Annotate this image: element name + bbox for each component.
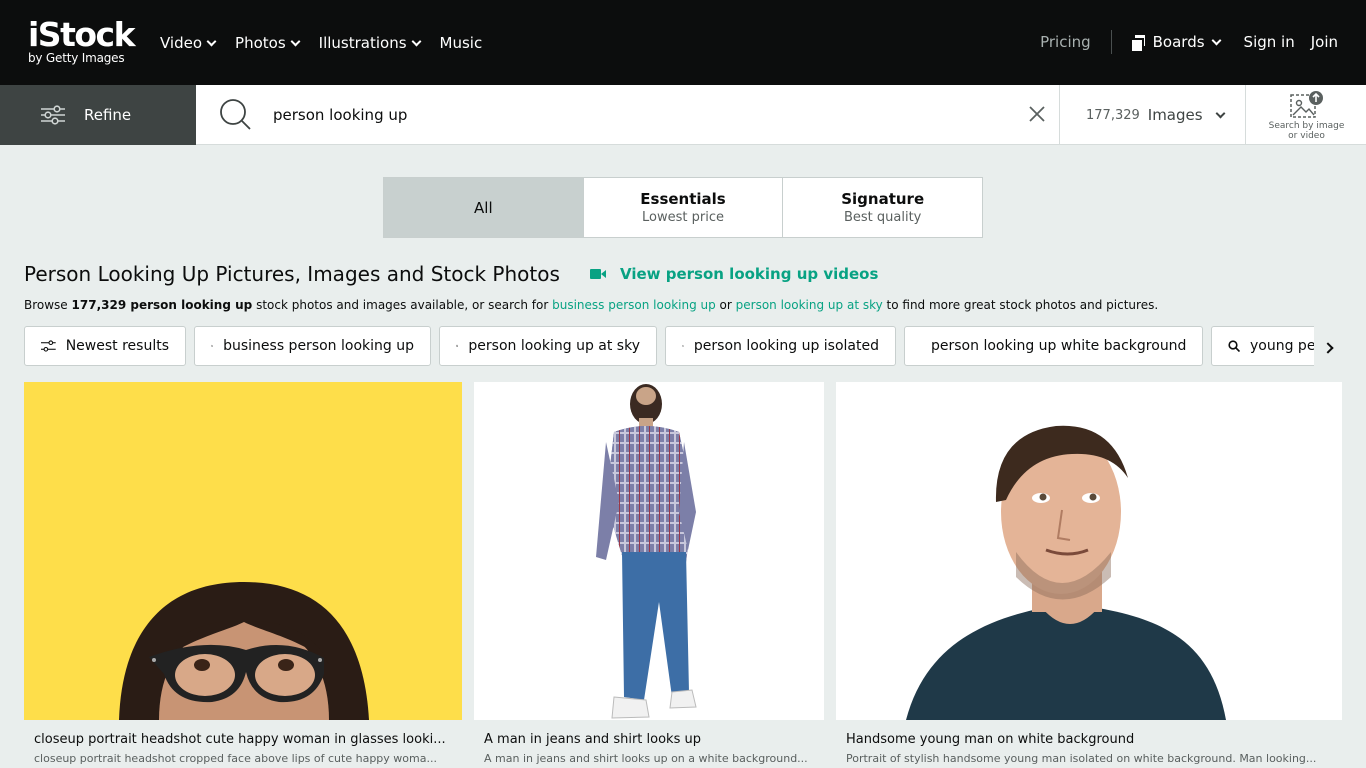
- man-jeans-image: [474, 382, 824, 720]
- related-link-sky[interactable]: person looking up at sky: [736, 298, 883, 312]
- browse-text-4: to find more great stock photos and pict…: [882, 298, 1159, 312]
- media-type-label: Images: [1147, 106, 1203, 124]
- chevron-down-icon: [206, 36, 217, 46]
- chevron-down-icon: [411, 36, 421, 46]
- refine-label: Refine: [84, 106, 132, 124]
- chip-label: Newest results: [65, 338, 169, 354]
- pricing-link[interactable]: Pricing: [1040, 33, 1091, 51]
- logo-wordmark: iStock: [28, 15, 136, 54]
- page-title: Person Looking Up Pictures, Images and S…: [24, 262, 560, 286]
- toggle-signature[interactable]: Signature Best quality: [783, 178, 982, 237]
- woman-glasses-image: [24, 382, 462, 720]
- result-title[interactable]: Handsome young man on white background: [846, 732, 1334, 747]
- search-icon: [456, 344, 459, 348]
- chip-label: business person looking up: [223, 338, 414, 354]
- boards-button[interactable]: Boards: [1131, 33, 1221, 51]
- related-searches: Newest results business person looking u…: [24, 326, 1314, 366]
- result-image-3[interactable]: [836, 382, 1342, 720]
- vs-label-line1: Search by image: [1268, 121, 1345, 131]
- search-by-image-button[interactable]: Search by image or video: [1245, 85, 1366, 145]
- chip-business-person-looking-up[interactable]: business person looking up: [194, 326, 431, 366]
- toggle-all-title: All: [474, 198, 493, 217]
- view-videos-label: View person looking up videos: [620, 265, 879, 283]
- toggle-essentials[interactable]: Essentials Lowest price: [584, 178, 784, 237]
- chip-label: person looking up white background: [931, 338, 1187, 354]
- result-image-2[interactable]: [474, 382, 824, 720]
- nav-photos-label: Photos: [235, 34, 286, 52]
- toggle-essentials-title: Essentials: [640, 190, 726, 208]
- nav-illustrations[interactable]: Illustrations: [318, 30, 421, 56]
- search-bar: Refine 177,329 Images Search by image or…: [0, 85, 1366, 145]
- search-input[interactable]: [273, 103, 1013, 127]
- chip-label: person looking up at sky: [468, 338, 640, 354]
- nav-video[interactable]: Video: [160, 30, 217, 56]
- browse-term: person looking up: [126, 298, 253, 312]
- chip-label: person looking up isolated: [693, 338, 879, 354]
- search-icon: [211, 345, 214, 348]
- result-caption-1: closeup portrait headshot cute happy wom…: [34, 732, 454, 765]
- related-link-business[interactable]: business person looking up: [552, 298, 716, 312]
- refine-button[interactable]: Refine: [0, 85, 196, 145]
- search-icon[interactable]: [218, 97, 252, 131]
- toggle-all[interactable]: All: [384, 178, 584, 237]
- nav-photos[interactable]: Photos: [235, 30, 301, 56]
- chevron-down-icon: [1215, 108, 1226, 118]
- media-type-select[interactable]: 177,329 Images: [1059, 85, 1245, 145]
- young-man-image: [836, 382, 1342, 720]
- chevron-right-icon[interactable]: [1318, 338, 1338, 358]
- result-title[interactable]: closeup portrait headshot cute happy wom…: [34, 732, 454, 747]
- result-caption-2: A man in jeans and shirt looks up A man …: [484, 732, 817, 765]
- nav-music-label: Music: [439, 34, 483, 52]
- nav-video-label: Video: [160, 34, 203, 52]
- browse-count: 177,329: [71, 298, 127, 312]
- logo-tagline: by Getty Images: [28, 51, 125, 65]
- nav-music[interactable]: Music: [440, 30, 483, 56]
- search-icon: [1228, 340, 1240, 352]
- vs-label-line2: or video: [1288, 131, 1325, 141]
- result-title[interactable]: A man in jeans and shirt looks up: [484, 732, 817, 747]
- main-nav: Video Photos Illustrations Music: [160, 30, 482, 56]
- result-count: 177,329: [1086, 107, 1140, 123]
- view-videos-link[interactable]: View person looking up videos: [590, 265, 878, 283]
- search-by-image-label: Search by image or video: [1246, 121, 1366, 141]
- chip-young-person-looking-up[interactable]: young person looking up: [1211, 326, 1314, 366]
- video-camera-icon: [590, 269, 606, 279]
- istock-logo[interactable]: iStock by Getty Images: [28, 15, 136, 66]
- browse-text-2: stock photos and images available, or se…: [252, 298, 553, 312]
- boards-label: Boards: [1152, 33, 1205, 51]
- chip-person-looking-up-isolated[interactable]: person looking up isolated: [665, 326, 896, 366]
- search-icon: [682, 345, 684, 347]
- toggle-signature-title: Signature: [841, 190, 925, 208]
- close-icon[interactable]: [1026, 103, 1048, 125]
- result-description: A man in jeans and shirt looks up on a w…: [484, 752, 808, 765]
- chevron-down-icon: [290, 36, 301, 46]
- browse-description: Browse 177,329 person looking up stock p…: [24, 298, 1158, 312]
- result-description: Portrait of stylish handsome young man i…: [846, 752, 1317, 765]
- join-link[interactable]: Join: [1311, 33, 1338, 51]
- sliders-icon: [41, 105, 65, 125]
- result-image-1[interactable]: [24, 382, 462, 720]
- top-nav: iStock by Getty Images Video Photos Illu…: [0, 0, 1366, 85]
- chip-label: young person looking up: [1250, 338, 1314, 354]
- toggle-signature-subtitle: Best quality: [843, 210, 922, 225]
- chip-person-looking-up-white-background[interactable]: person looking up white background: [904, 326, 1203, 366]
- chip-newest-results[interactable]: Newest results: [24, 326, 186, 366]
- account-nav: Pricing Boards Sign in Join: [1040, 30, 1338, 54]
- browse-text-1: Browse: [24, 298, 72, 312]
- result-description: closeup portrait headshot cropped face a…: [34, 752, 437, 765]
- chip-person-looking-up-at-sky[interactable]: person looking up at sky: [439, 326, 657, 366]
- chevron-down-icon: [1211, 35, 1221, 45]
- image-upload-icon: [1290, 91, 1323, 118]
- signin-link[interactable]: Sign in: [1244, 33, 1295, 51]
- browse-text-3: or: [715, 298, 736, 312]
- nav-divider: [1110, 30, 1112, 54]
- sliders-icon: [41, 340, 56, 352]
- boards-icon: [1131, 35, 1145, 51]
- collection-toggle: All Essentials Lowest price Signature Be…: [383, 177, 983, 238]
- nav-illustrations-label: Illustrations: [318, 34, 407, 52]
- toggle-essentials-subtitle: Lowest price: [642, 210, 724, 225]
- result-caption-3: Handsome young man on white background P…: [846, 732, 1334, 765]
